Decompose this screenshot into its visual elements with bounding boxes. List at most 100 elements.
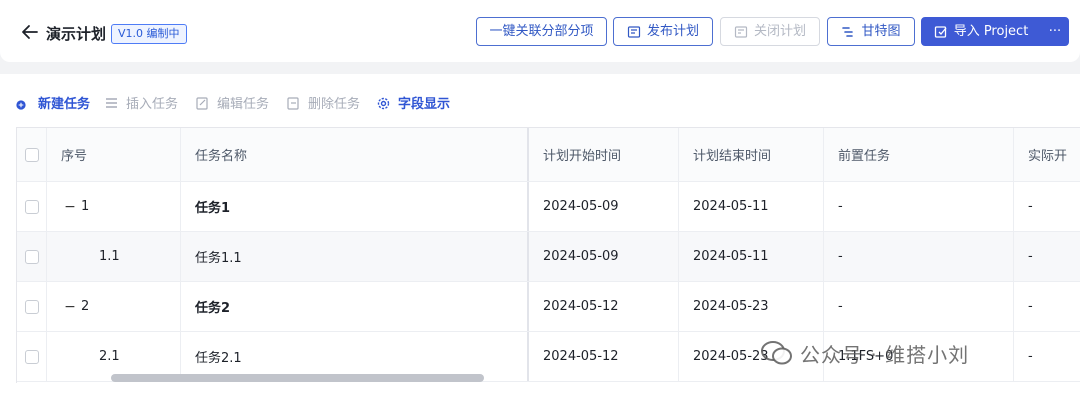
end-date: 2024-05-11 (693, 249, 769, 264)
column-header: 任务名称 (195, 149, 248, 164)
edit-task-action[interactable]: 编辑任务 (196, 93, 270, 112)
watermark: 公众号 · 维搭小刘 (760, 338, 969, 368)
end-cell: 2024-05-11 (679, 232, 824, 281)
end-cell: 2024-05-11 (679, 182, 824, 231)
top-bar: 演示计划 V1.0 编制中 一键关联分部分项 发布计划 关闭计划 甘特图 导入 … (0, 0, 1080, 62)
column-header: 前置任务 (838, 149, 891, 164)
seq-cell: 1.1 (47, 232, 181, 281)
actual-cell: - (1014, 182, 1080, 231)
gantt-chart-button[interactable]: 甘特图 (827, 17, 915, 46)
task-name: 任务2.1 (195, 351, 242, 366)
predecessor-value: - (838, 299, 843, 314)
gantt-chart-label: 甘特图 (861, 24, 901, 39)
predecessor-cell: - (824, 232, 1014, 281)
insert-icon (106, 98, 117, 108)
link-all-sections-button[interactable]: 一键关联分部分项 (476, 17, 607, 46)
seq-value: 2.1 (99, 349, 120, 364)
delete-task-action[interactable]: 删除任务 (287, 93, 361, 112)
header-name: 任务名称 (181, 128, 529, 181)
seq-cell: −2 (47, 282, 181, 331)
back-arrow-icon[interactable] (20, 22, 40, 42)
horizontal-scrollbar (16, 374, 1080, 382)
start-date: 2024-05-09 (543, 199, 619, 214)
header-start: 计划开始时间 (529, 128, 679, 181)
delete-icon (287, 97, 299, 110)
start-cell: 2024-05-09 (529, 182, 679, 231)
insert-task-label: 插入任务 (126, 97, 179, 112)
publish-icon (627, 25, 641, 38)
edit-icon (196, 97, 208, 110)
field-display-action[interactable]: 字段显示 (377, 93, 451, 112)
seq-value: 2 (81, 299, 90, 314)
publish-plan-button[interactable]: 发布计划 (613, 17, 713, 46)
actual-cell: - (1014, 282, 1080, 331)
watermark-text: 公众号 · 维搭小刘 (800, 342, 970, 367)
table-row[interactable]: −1 任务1 2024-05-09 2024-05-11 - - (17, 182, 1080, 232)
new-task-label: 新建任务 (38, 97, 91, 112)
name-cell: 任务1 (181, 182, 529, 231)
row-checkbox[interactable] (24, 299, 39, 314)
column-header: 序号 (61, 149, 88, 164)
end-date: 2024-05-11 (693, 199, 769, 214)
predecessor-value: - (838, 249, 843, 264)
settings-gear-icon (377, 97, 390, 110)
select-cell (17, 282, 47, 331)
close-plan-label: 关闭计划 (753, 24, 806, 39)
end-date: 2024-05-23 (693, 349, 769, 364)
close-plan-button[interactable]: 关闭计划 (720, 17, 820, 46)
version-status-badge: V1.0 编制中 (111, 24, 187, 44)
collapse-toggle-icon[interactable]: − (63, 299, 77, 315)
task-name: 任务2 (195, 301, 231, 316)
scrollbar-thumb[interactable] (111, 374, 484, 382)
add-circle-icon (16, 100, 26, 110)
more-options-button[interactable]: ··· (1041, 17, 1069, 46)
start-cell: 2024-05-12 (529, 282, 679, 331)
predecessor-cell: - (824, 182, 1014, 231)
close-plan-icon (734, 25, 748, 38)
row-checkbox[interactable] (24, 199, 39, 214)
row-checkbox[interactable] (24, 249, 39, 264)
name-cell: 任务2 (181, 282, 529, 331)
more-options-label: ··· (1048, 24, 1062, 39)
header-select-cell (17, 128, 47, 181)
start-date: 2024-05-12 (543, 349, 619, 364)
import-icon (934, 25, 947, 38)
start-cell: 2024-05-09 (529, 232, 679, 281)
seq-value: 1.1 (99, 249, 120, 264)
gantt-icon (842, 26, 854, 37)
import-project-button[interactable]: 导入 Project (921, 17, 1041, 46)
header-seq: 序号 (47, 128, 181, 181)
wechat-icon (761, 341, 792, 365)
start-date: 2024-05-09 (543, 249, 619, 264)
column-header: 计划开始时间 (543, 149, 622, 164)
actual-value: - (1028, 299, 1033, 314)
actual-value: - (1028, 349, 1033, 364)
seq-cell: −1 (47, 182, 181, 231)
end-cell: 2024-05-23 (679, 282, 824, 331)
publish-plan-label: 发布计划 (646, 24, 699, 39)
seq-value: 1 (81, 199, 90, 214)
task-name: 任务1 (195, 201, 231, 216)
insert-task-action[interactable]: 插入任务 (105, 93, 179, 112)
header-actual: 实际开 (1014, 128, 1080, 181)
import-project-label: 导入 Project (953, 24, 1029, 39)
actual-cell: - (1014, 232, 1080, 281)
column-header: 计划结束时间 (693, 149, 772, 164)
row-checkbox[interactable] (24, 349, 39, 364)
select-cell (17, 232, 47, 281)
select-all-checkbox[interactable] (24, 147, 39, 162)
edit-task-label: 编辑任务 (217, 97, 270, 112)
new-task-action[interactable]: 新建任务 (16, 93, 91, 112)
field-display-label: 字段显示 (398, 97, 451, 112)
header-end: 计划结束时间 (679, 128, 824, 181)
link-all-sections-label: 一键关联分部分项 (489, 24, 594, 39)
table-header-row: 序号 任务名称 计划开始时间 计划结束时间 前置任务 实际开 (17, 128, 1080, 182)
task-name: 任务1.1 (195, 251, 242, 266)
delete-task-label: 删除任务 (308, 97, 361, 112)
column-header: 实际开 (1028, 149, 1068, 164)
actual-value: - (1028, 249, 1033, 264)
table-row[interactable]: 1.1 任务1.1 2024-05-09 2024-05-11 - - (17, 232, 1080, 282)
table-row[interactable]: −2 任务2 2024-05-12 2024-05-23 - - (17, 282, 1080, 332)
end-date: 2024-05-23 (693, 299, 769, 314)
collapse-toggle-icon[interactable]: − (63, 199, 77, 215)
